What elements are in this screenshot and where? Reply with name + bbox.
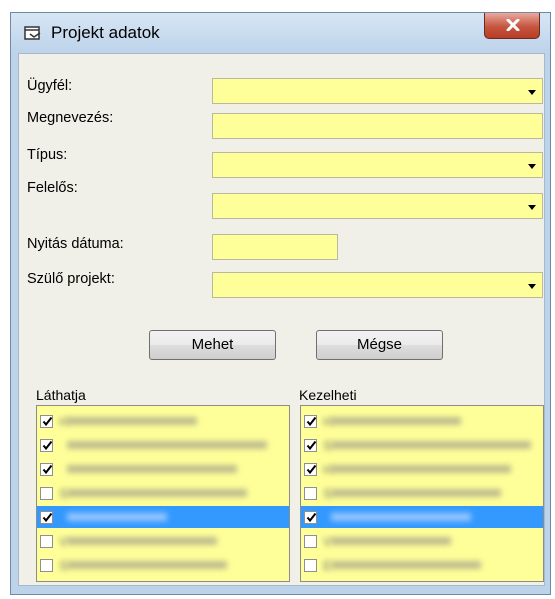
manage-list-label: Kezelheti [299, 387, 357, 403]
view-permission-list[interactable]: HSVS [36, 405, 290, 582]
checkbox[interactable] [40, 415, 53, 428]
parent-label: Szülő projekt: [27, 271, 115, 287]
list-item[interactable]: V [37, 530, 289, 552]
go-button[interactable]: Mehet [149, 330, 276, 360]
redacted-label-smear [67, 441, 267, 449]
redacted-label-smear [331, 561, 481, 569]
redacted-label-smear [67, 417, 197, 425]
client-label: Ügyfél: [27, 78, 73, 94]
list-item[interactable] [37, 506, 289, 528]
checkbox[interactable] [304, 463, 317, 476]
redacted-label-smear [67, 465, 237, 473]
redacted-label-smear [331, 417, 461, 425]
redacted-label-smear [67, 561, 227, 569]
type-combo[interactable] [212, 152, 543, 178]
redacted-label-smear [67, 537, 217, 545]
manage-permission-list[interactable]: HSHSVE [300, 405, 544, 582]
list-item[interactable]: S [301, 434, 543, 456]
list-item[interactable]: S [37, 554, 289, 576]
view-list-label: Láthatja [36, 387, 86, 403]
checkbox[interactable] [40, 535, 53, 548]
list-item[interactable] [37, 458, 289, 480]
redacted-label-smear [67, 489, 247, 497]
redacted-label-smear [331, 441, 531, 449]
redacted-label-smear [331, 489, 501, 497]
checkbox[interactable] [40, 439, 53, 452]
window-title: Projekt adatok [51, 23, 160, 42]
list-item[interactable]: V [301, 530, 543, 552]
list-item[interactable]: E [301, 554, 543, 576]
chevron-down-icon[interactable] [528, 164, 536, 169]
close-button[interactable] [484, 13, 540, 39]
checkbox[interactable] [40, 559, 53, 572]
client-combo[interactable] [212, 78, 543, 104]
checkbox[interactable] [304, 511, 317, 524]
checkbox[interactable] [40, 463, 53, 476]
checkbox[interactable] [304, 415, 317, 428]
checkbox[interactable] [304, 439, 317, 452]
chevron-down-icon[interactable] [528, 284, 536, 289]
redacted-label-smear [67, 513, 167, 521]
type-label: Típus: [27, 147, 68, 163]
cancel-button[interactable]: Mégse [316, 330, 443, 360]
project-data-window: Projekt adatok Ügyfél: Megnevezés: Típus… [10, 12, 551, 595]
parent-combo[interactable] [212, 272, 543, 298]
checkbox[interactable] [304, 487, 317, 500]
name-input[interactable] [212, 113, 543, 139]
list-item[interactable]: H [301, 458, 543, 480]
window-icon [24, 25, 42, 41]
list-item[interactable]: S [301, 482, 543, 504]
checkbox[interactable] [40, 511, 53, 524]
owner-label: Felelős: [27, 180, 78, 196]
redacted-label-smear [331, 537, 451, 545]
name-label: Megnevezés: [27, 110, 114, 126]
redacted-label-smear [331, 465, 511, 473]
list-item[interactable] [37, 434, 289, 456]
owner-combo[interactable] [212, 193, 543, 219]
list-item[interactable]: S [37, 482, 289, 504]
checkbox[interactable] [304, 535, 317, 548]
open-date-input[interactable] [212, 234, 338, 260]
list-item[interactable]: H [301, 410, 543, 432]
checkbox[interactable] [40, 487, 53, 500]
chevron-down-icon[interactable] [528, 205, 536, 210]
redacted-label-smear [331, 513, 471, 521]
form-body: Ügyfél: Megnevezés: Típus: Felelős: Nyit… [18, 53, 545, 586]
list-item[interactable] [301, 506, 543, 528]
title-bar[interactable]: Projekt adatok [11, 13, 550, 53]
checkbox[interactable] [304, 559, 317, 572]
chevron-down-icon[interactable] [528, 90, 536, 95]
list-item[interactable]: H [37, 410, 289, 432]
open-date-label: Nyitás dátuma: [27, 236, 124, 252]
